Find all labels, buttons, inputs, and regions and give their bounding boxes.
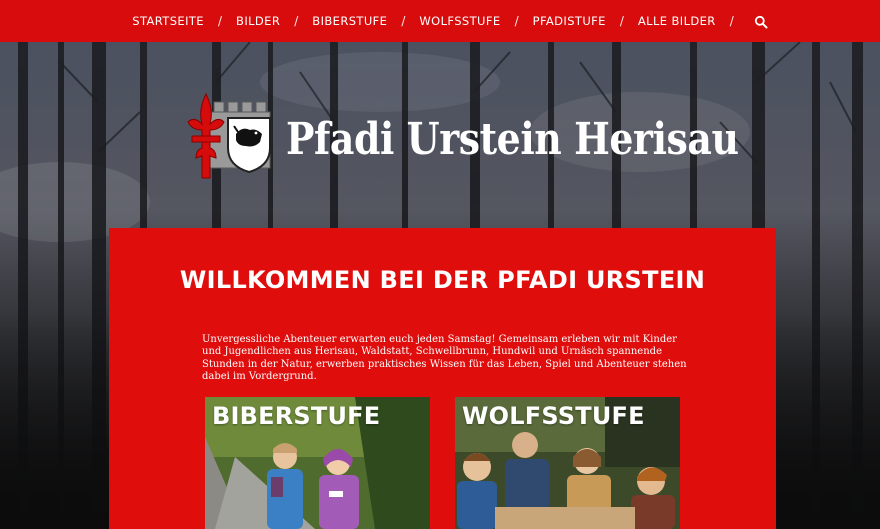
nav-item-wolfsstufe[interactable]: WOLFSSTUFE <box>419 14 500 28</box>
scout-emblem-icon <box>187 92 271 179</box>
welcome-text: Unvergessliche Abenteuer erwarten euch j… <box>202 334 687 382</box>
site-logo[interactable]: Pfadi Urstein Herisau <box>176 88 739 184</box>
nav-separator: / <box>401 14 406 28</box>
card-biberstufe[interactable]: BIBERSTUFE <box>205 397 430 529</box>
top-navbar: STARTSEITE / BILDER / BIBERSTUFE / WOLFS… <box>0 0 880 42</box>
card-title-wolfsstufe: WOLFSSTUFE <box>462 402 645 430</box>
card-wolfsstufe[interactable]: WOLFSSTUFE <box>455 397 680 529</box>
nav-item-alle-bilder[interactable]: ALLE BILDER <box>638 14 716 28</box>
nav-separator: / <box>217 14 223 28</box>
nav-item-startseite[interactable]: STARTSEITE <box>132 14 204 28</box>
nav-separator: / <box>729 14 734 28</box>
welcome-title: WILLKOMMEN BEI DER PFADI URSTEIN <box>179 266 706 294</box>
logo-text: Pfadi Urstein Herisau <box>286 113 739 165</box>
nav-menu: STARTSEITE / BILDER / BIBERSTUFE / WOLFS… <box>132 13 768 29</box>
nav-item-pfadistufe[interactable]: PFADISTUFE <box>533 14 606 28</box>
welcome-panel: WILLKOMMEN BEI DER PFADI URSTEIN Unverge… <box>109 228 776 529</box>
nav-item-bilder[interactable]: BILDER <box>236 14 280 28</box>
card-title-biberstufe: BIBERSTUFE <box>212 402 381 430</box>
search-icon[interactable] <box>754 15 768 29</box>
nav-separator: / <box>294 14 299 28</box>
nav-separator: / <box>619 14 624 28</box>
nav-item-biberstufe[interactable]: BIBERSTUFE <box>312 14 387 28</box>
nav-separator: / <box>514 14 519 28</box>
